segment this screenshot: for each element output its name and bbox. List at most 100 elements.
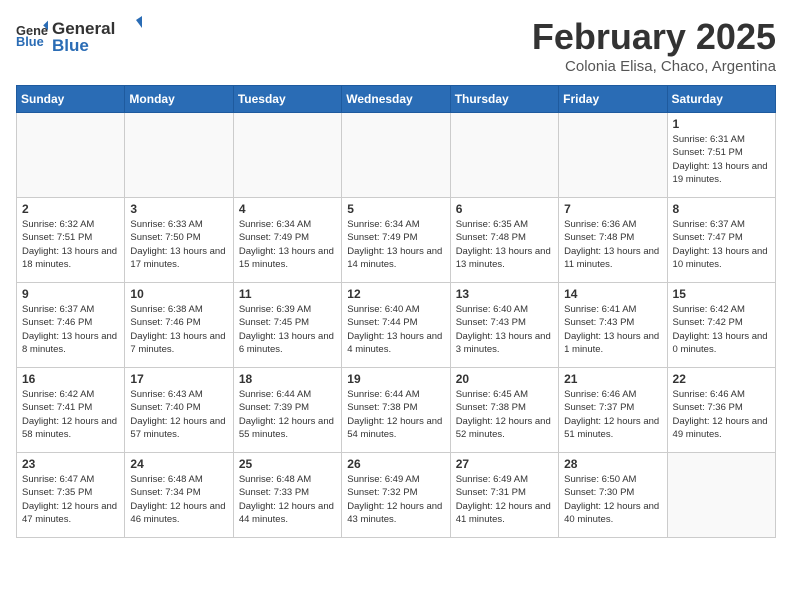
day-info: Sunrise: 6:45 AM Sunset: 7:38 PM Dayligh… <box>456 388 553 441</box>
day-info: Sunrise: 6:38 AM Sunset: 7:46 PM Dayligh… <box>130 303 227 356</box>
calendar-subtitle: Colonia Elisa, Chaco, Argentina <box>532 58 776 75</box>
day-number: 26 <box>347 457 444 471</box>
week-row-3: 9 Sunrise: 6:37 AM Sunset: 7:46 PM Daylig… <box>17 283 776 368</box>
day-info: Sunrise: 6:31 AM Sunset: 7:51 PM Dayligh… <box>673 133 770 186</box>
calendar-cell: 24 Sunrise: 6:48 AM Sunset: 7:34 PM Dayli… <box>125 453 233 538</box>
calendar-cell: 9 Sunrise: 6:37 AM Sunset: 7:46 PM Daylig… <box>17 283 125 368</box>
calendar-cell: 12 Sunrise: 6:40 AM Sunset: 7:44 PM Dayli… <box>342 283 450 368</box>
day-info: Sunrise: 6:37 AM Sunset: 7:46 PM Dayligh… <box>22 303 119 356</box>
calendar-cell: 3 Sunrise: 6:33 AM Sunset: 7:50 PM Daylig… <box>125 198 233 283</box>
day-info: Sunrise: 6:40 AM Sunset: 7:43 PM Dayligh… <box>456 303 553 356</box>
day-number: 12 <box>347 287 444 301</box>
weekday-header-row: SundayMondayTuesdayWednesdayThursdayFrid… <box>17 86 776 113</box>
day-number: 10 <box>130 287 227 301</box>
calendar-cell: 28Sunrise: 6:50 AM Sunset: 7:30 PM Dayli… <box>559 453 667 538</box>
day-number: 28 <box>564 457 661 471</box>
day-info: Sunrise: 6:47 AM Sunset: 7:35 PM Dayligh… <box>22 473 119 526</box>
weekday-header-friday: Friday <box>559 86 667 113</box>
day-number: 17 <box>130 372 227 386</box>
calendar-title: February 2025 <box>532 16 776 58</box>
day-info: Sunrise: 6:41 AM Sunset: 7:43 PM Dayligh… <box>564 303 661 356</box>
day-number: 2 <box>22 202 119 216</box>
day-info: Sunrise: 6:35 AM Sunset: 7:48 PM Dayligh… <box>456 218 553 271</box>
weekday-header-tuesday: Tuesday <box>233 86 341 113</box>
day-number: 5 <box>347 202 444 216</box>
day-number: 6 <box>456 202 553 216</box>
day-number: 8 <box>673 202 770 216</box>
day-info: Sunrise: 6:33 AM Sunset: 7:50 PM Dayligh… <box>130 218 227 271</box>
calendar-cell: 27 Sunrise: 6:49 AM Sunset: 7:31 PM Dayli… <box>450 453 558 538</box>
day-number: 27 <box>456 457 553 471</box>
day-number: 18 <box>239 372 336 386</box>
day-number: 13 <box>456 287 553 301</box>
week-row-4: 16 Sunrise: 6:42 AM Sunset: 7:41 PM Dayli… <box>17 368 776 453</box>
day-info: Sunrise: 6:49 AM Sunset: 7:32 PM Dayligh… <box>347 473 444 526</box>
day-info: Sunrise: 6:34 AM Sunset: 7:49 PM Dayligh… <box>239 218 336 271</box>
day-info: Sunrise: 6:48 AM Sunset: 7:33 PM Dayligh… <box>239 473 336 526</box>
day-info: Sunrise: 6:42 AM Sunset: 7:42 PM Dayligh… <box>673 303 770 356</box>
day-info: Sunrise: 6:36 AM Sunset: 7:48 PM Dayligh… <box>564 218 661 271</box>
day-info: Sunrise: 6:49 AM Sunset: 7:31 PM Dayligh… <box>456 473 553 526</box>
logo: General Blue General Blue <box>16 16 142 54</box>
day-info: Sunrise: 6:44 AM Sunset: 7:38 PM Dayligh… <box>347 388 444 441</box>
calendar-cell: 16 Sunrise: 6:42 AM Sunset: 7:41 PM Dayli… <box>17 368 125 453</box>
calendar-cell: 13 Sunrise: 6:40 AM Sunset: 7:43 PM Dayli… <box>450 283 558 368</box>
calendar-cell <box>342 113 450 198</box>
calendar-cell: 18 Sunrise: 6:44 AM Sunset: 7:39 PM Dayli… <box>233 368 341 453</box>
day-number: 21 <box>564 372 661 386</box>
logo-icon: General Blue <box>16 19 48 51</box>
day-number: 4 <box>239 202 336 216</box>
day-info: Sunrise: 6:37 AM Sunset: 7:47 PM Dayligh… <box>673 218 770 271</box>
day-info: Sunrise: 6:42 AM Sunset: 7:41 PM Dayligh… <box>22 388 119 441</box>
day-number: 25 <box>239 457 336 471</box>
calendar-cell: 6 Sunrise: 6:35 AM Sunset: 7:48 PM Daylig… <box>450 198 558 283</box>
calendar-cell <box>233 113 341 198</box>
day-info: Sunrise: 6:46 AM Sunset: 7:37 PM Dayligh… <box>564 388 661 441</box>
calendar-cell: 17 Sunrise: 6:43 AM Sunset: 7:40 PM Dayli… <box>125 368 233 453</box>
day-info: Sunrise: 6:39 AM Sunset: 7:45 PM Dayligh… <box>239 303 336 356</box>
calendar-cell: 20 Sunrise: 6:45 AM Sunset: 7:38 PM Dayli… <box>450 368 558 453</box>
day-number: 3 <box>130 202 227 216</box>
calendar-cell: 22 Sunrise: 6:46 AM Sunset: 7:36 PM Dayli… <box>667 368 775 453</box>
calendar-cell: 11Sunrise: 6:39 AM Sunset: 7:45 PM Dayli… <box>233 283 341 368</box>
day-number: 23 <box>22 457 119 471</box>
calendar-cell: 23 Sunrise: 6:47 AM Sunset: 7:35 PM Dayli… <box>17 453 125 538</box>
calendar-cell <box>667 453 775 538</box>
calendar-cell: 26 Sunrise: 6:49 AM Sunset: 7:32 PM Dayli… <box>342 453 450 538</box>
calendar-cell <box>450 113 558 198</box>
calendar-cell <box>125 113 233 198</box>
day-number: 20 <box>456 372 553 386</box>
day-number: 15 <box>673 287 770 301</box>
weekday-header-wednesday: Wednesday <box>342 86 450 113</box>
day-info: Sunrise: 6:43 AM Sunset: 7:40 PM Dayligh… <box>130 388 227 441</box>
week-row-2: 2 Sunrise: 6:32 AM Sunset: 7:51 PM Daylig… <box>17 198 776 283</box>
day-info: Sunrise: 6:46 AM Sunset: 7:36 PM Dayligh… <box>673 388 770 441</box>
weekday-header-sunday: Sunday <box>17 86 125 113</box>
calendar-cell: 4 Sunrise: 6:34 AM Sunset: 7:49 PM Daylig… <box>233 198 341 283</box>
title-section: February 2025 Colonia Elisa, Chaco, Arge… <box>532 16 776 75</box>
weekday-header-thursday: Thursday <box>450 86 558 113</box>
day-info: Sunrise: 6:32 AM Sunset: 7:51 PM Dayligh… <box>22 218 119 271</box>
day-number: 19 <box>347 372 444 386</box>
day-info: Sunrise: 6:48 AM Sunset: 7:34 PM Dayligh… <box>130 473 227 526</box>
day-number: 22 <box>673 372 770 386</box>
day-number: 7 <box>564 202 661 216</box>
day-info: Sunrise: 6:40 AM Sunset: 7:44 PM Dayligh… <box>347 303 444 356</box>
week-row-5: 23 Sunrise: 6:47 AM Sunset: 7:35 PM Dayli… <box>17 453 776 538</box>
calendar-cell: 7 Sunrise: 6:36 AM Sunset: 7:48 PM Daylig… <box>559 198 667 283</box>
day-number: 16 <box>22 372 119 386</box>
calendar-cell: 8 Sunrise: 6:37 AM Sunset: 7:47 PM Daylig… <box>667 198 775 283</box>
day-info: Sunrise: 6:44 AM Sunset: 7:39 PM Dayligh… <box>239 388 336 441</box>
day-number: 9 <box>22 287 119 301</box>
day-number: 24 <box>130 457 227 471</box>
calendar-cell: 1Sunrise: 6:31 AM Sunset: 7:51 PM Daylig… <box>667 113 775 198</box>
weekday-header-saturday: Saturday <box>667 86 775 113</box>
header: General Blue General Blue February 2025 … <box>16 16 776 75</box>
calendar-table: SundayMondayTuesdayWednesdayThursdayFrid… <box>16 85 776 538</box>
calendar-cell: 2 Sunrise: 6:32 AM Sunset: 7:51 PM Daylig… <box>17 198 125 283</box>
svg-text:Blue: Blue <box>52 36 89 54</box>
calendar-cell: 10 Sunrise: 6:38 AM Sunset: 7:46 PM Dayli… <box>125 283 233 368</box>
calendar-cell: 19 Sunrise: 6:44 AM Sunset: 7:38 PM Dayli… <box>342 368 450 453</box>
svg-text:Blue: Blue <box>16 34 44 49</box>
calendar-cell: 14Sunrise: 6:41 AM Sunset: 7:43 PM Dayli… <box>559 283 667 368</box>
